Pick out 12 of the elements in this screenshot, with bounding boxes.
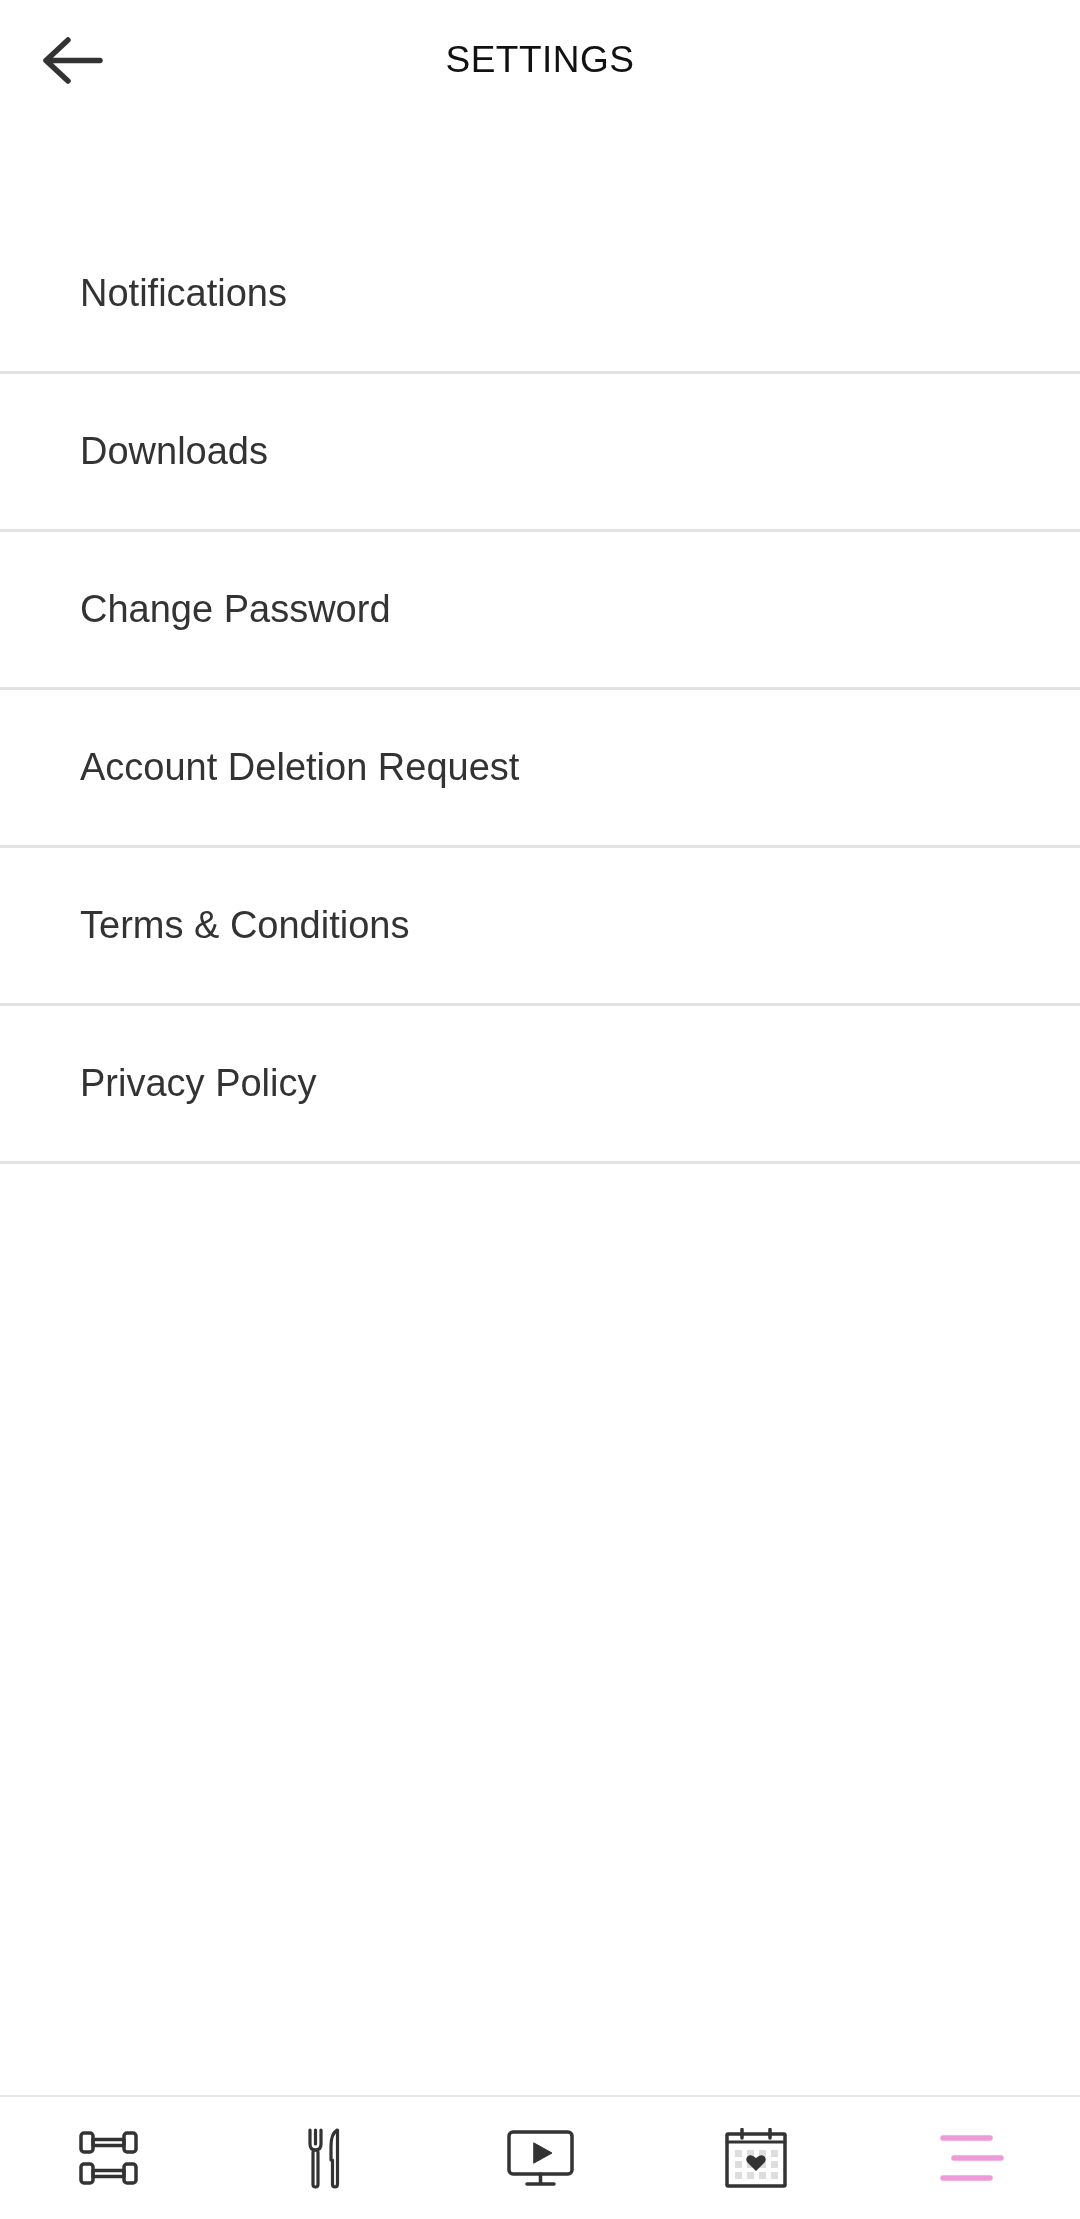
settings-item[interactable]: Change Password [0,532,1080,690]
page-title: SETTINGS [445,39,635,81]
settings-item[interactable]: Privacy Policy [0,1006,1080,1164]
settings-item[interactable]: Notifications [0,216,1080,374]
back-arrow-icon[interactable] [43,36,103,84]
dumbbells-icon[interactable] [78,2131,138,2185]
settings-item[interactable]: Account Deletion Request [0,690,1080,848]
monitor-play-icon[interactable] [506,2130,574,2186]
fork-knife-icon[interactable] [307,2127,341,2189]
settings-item[interactable]: Downloads [0,374,1080,532]
settings-item[interactable]: Terms & Conditions [0,848,1080,1006]
calendar-heart-icon[interactable] [725,2128,787,2188]
